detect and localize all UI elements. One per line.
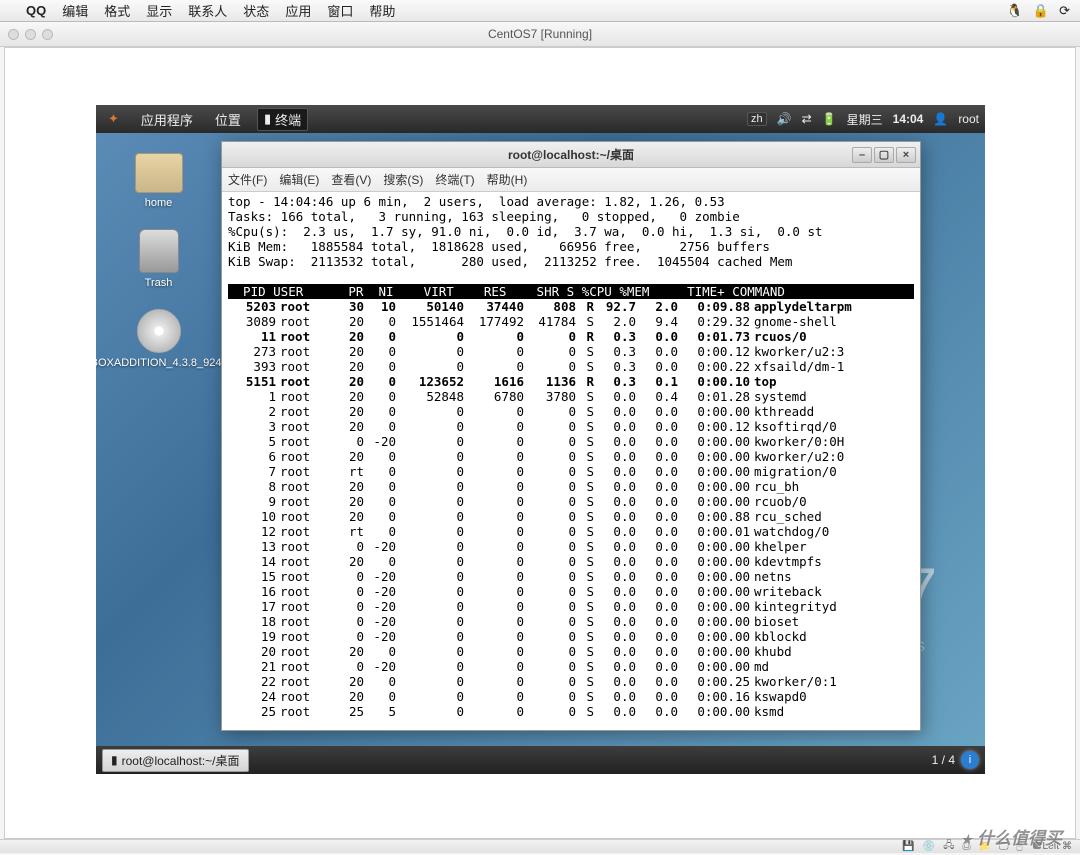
terminal-titlebar[interactable]: root@localhost:~/桌面 – ▢ × (222, 142, 920, 168)
mac-menu-item[interactable]: 联系人 (188, 1, 227, 20)
terminal-icon: ▮ (264, 111, 271, 127)
topbar-user[interactable]: root (958, 112, 979, 126)
penguin-icon[interactable]: 🐧 (1007, 3, 1023, 19)
mac-menubar: QQ 编辑 格式 显示 联系人 状态 应用 窗口 帮助 🐧 🔒 ⟳ (0, 0, 1080, 22)
terminal-body[interactable]: top - 14:04:46 up 6 min, 2 users, load a… (222, 192, 920, 730)
vm-title: CentOS7 [Running] (488, 27, 592, 41)
taskbar-entry[interactable]: ▮ root@localhost:~/桌面 (102, 749, 249, 772)
user-icon[interactable]: 👤 (933, 112, 948, 126)
lock-icon[interactable]: 🔒 (1033, 3, 1049, 19)
favorites-icon[interactable]: ✦ (102, 109, 125, 129)
topbar-terminal[interactable]: ▮终端 (257, 108, 308, 131)
maximize-button[interactable]: ▢ (874, 147, 894, 163)
vm-disk-icon[interactable]: 💾 (902, 841, 914, 852)
mac-menu-item[interactable]: 格式 (104, 1, 130, 20)
lang-indicator[interactable]: zh (747, 112, 767, 126)
trash-icon (139, 229, 179, 273)
mac-menu-item[interactable]: 编辑 (62, 1, 88, 20)
vm-network-icon[interactable]: 🖧 (943, 838, 954, 855)
mac-menu-item[interactable]: 帮助 (369, 1, 395, 20)
term-menu-terminal[interactable]: 终端(T) (435, 171, 474, 188)
mac-menu-item[interactable]: 窗口 (327, 1, 353, 20)
icon-label: VBOXADDITION_4.3.8_92456 (96, 357, 234, 369)
gnome-topbar: ✦ 应用程序 位置 ▮终端 zh 🔊 ⇄ 🔋 星期三 14:04 👤 root (96, 105, 985, 133)
term-menu-edit[interactable]: 编辑(E) (279, 171, 319, 188)
vm-statusbar: 💾 💿 🖧 ⎙ 📁 🖵 🖱 Left ⌘ (0, 839, 1080, 853)
minimize-button[interactable]: – (852, 147, 872, 163)
close-button[interactable]: × (896, 147, 916, 163)
topbar-apps[interactable]: 应用程序 (135, 108, 199, 131)
mac-menu-item[interactable]: 显示 (146, 1, 172, 20)
terminal-menubar: 文件(F) 编辑(E) 查看(V) 搜索(S) 终端(T) 帮助(H) (222, 168, 920, 192)
gnome-taskbar: ▮ root@localhost:~/桌面 1 / 4 i (96, 746, 985, 774)
mac-menu-item[interactable]: 状态 (243, 1, 269, 20)
vm-titlebar: CentOS7 [Running] (0, 22, 1080, 47)
icon-label: Trash (145, 277, 173, 289)
term-menu-search[interactable]: 搜索(S) (383, 171, 423, 188)
workspace-indicator[interactable]: 1 / 4 (932, 753, 955, 767)
folder-icon (135, 153, 183, 193)
topbar-time[interactable]: 14:04 (893, 112, 924, 126)
trash[interactable]: Trash (116, 229, 201, 289)
desktop-icons: home Trash VBOXADDITION_4.3.8_92456 (116, 153, 201, 369)
topbar-places[interactable]: 位置 (209, 108, 247, 131)
vm-content: 7 ENTOS ✦ 应用程序 位置 ▮终端 zh 🔊 ⇄ 🔋 星期三 14:04… (4, 47, 1076, 839)
vbox-additions[interactable]: VBOXADDITION_4.3.8_92456 (116, 309, 201, 369)
battery-icon[interactable]: 🔋 (822, 112, 837, 126)
disc-icon (137, 309, 181, 353)
notification-badge[interactable]: i (961, 751, 979, 769)
mac-menu-item[interactable]: 应用 (285, 1, 311, 20)
taskbar-label: root@localhost:~/桌面 (122, 752, 240, 769)
volume-icon[interactable]: 🔊 (777, 112, 792, 126)
term-menu-file[interactable]: 文件(F) (228, 171, 267, 188)
sync-icon[interactable]: ⟳ (1059, 3, 1070, 19)
terminal-title: root@localhost:~/桌面 (508, 146, 634, 163)
terminal-window: root@localhost:~/桌面 – ▢ × 文件(F) 编辑(E) 查看… (221, 141, 921, 731)
mac-menu-app[interactable]: QQ (26, 3, 46, 18)
network-icon[interactable]: ⇄ (802, 112, 812, 126)
watermark: ★ 什么值得买 (961, 824, 1062, 849)
term-menu-view[interactable]: 查看(V) (331, 171, 371, 188)
gnome-desktop: 7 ENTOS ✦ 应用程序 位置 ▮终端 zh 🔊 ⇄ 🔋 星期三 14:04… (96, 105, 985, 774)
term-menu-help[interactable]: 帮助(H) (487, 171, 528, 188)
home-folder[interactable]: home (116, 153, 201, 209)
icon-label: home (145, 197, 173, 209)
vm-optical-icon[interactable]: 💿 (923, 841, 935, 852)
terminal-icon: ▮ (111, 753, 118, 767)
traffic-lights[interactable] (8, 29, 53, 40)
topbar-day[interactable]: 星期三 (847, 111, 883, 128)
